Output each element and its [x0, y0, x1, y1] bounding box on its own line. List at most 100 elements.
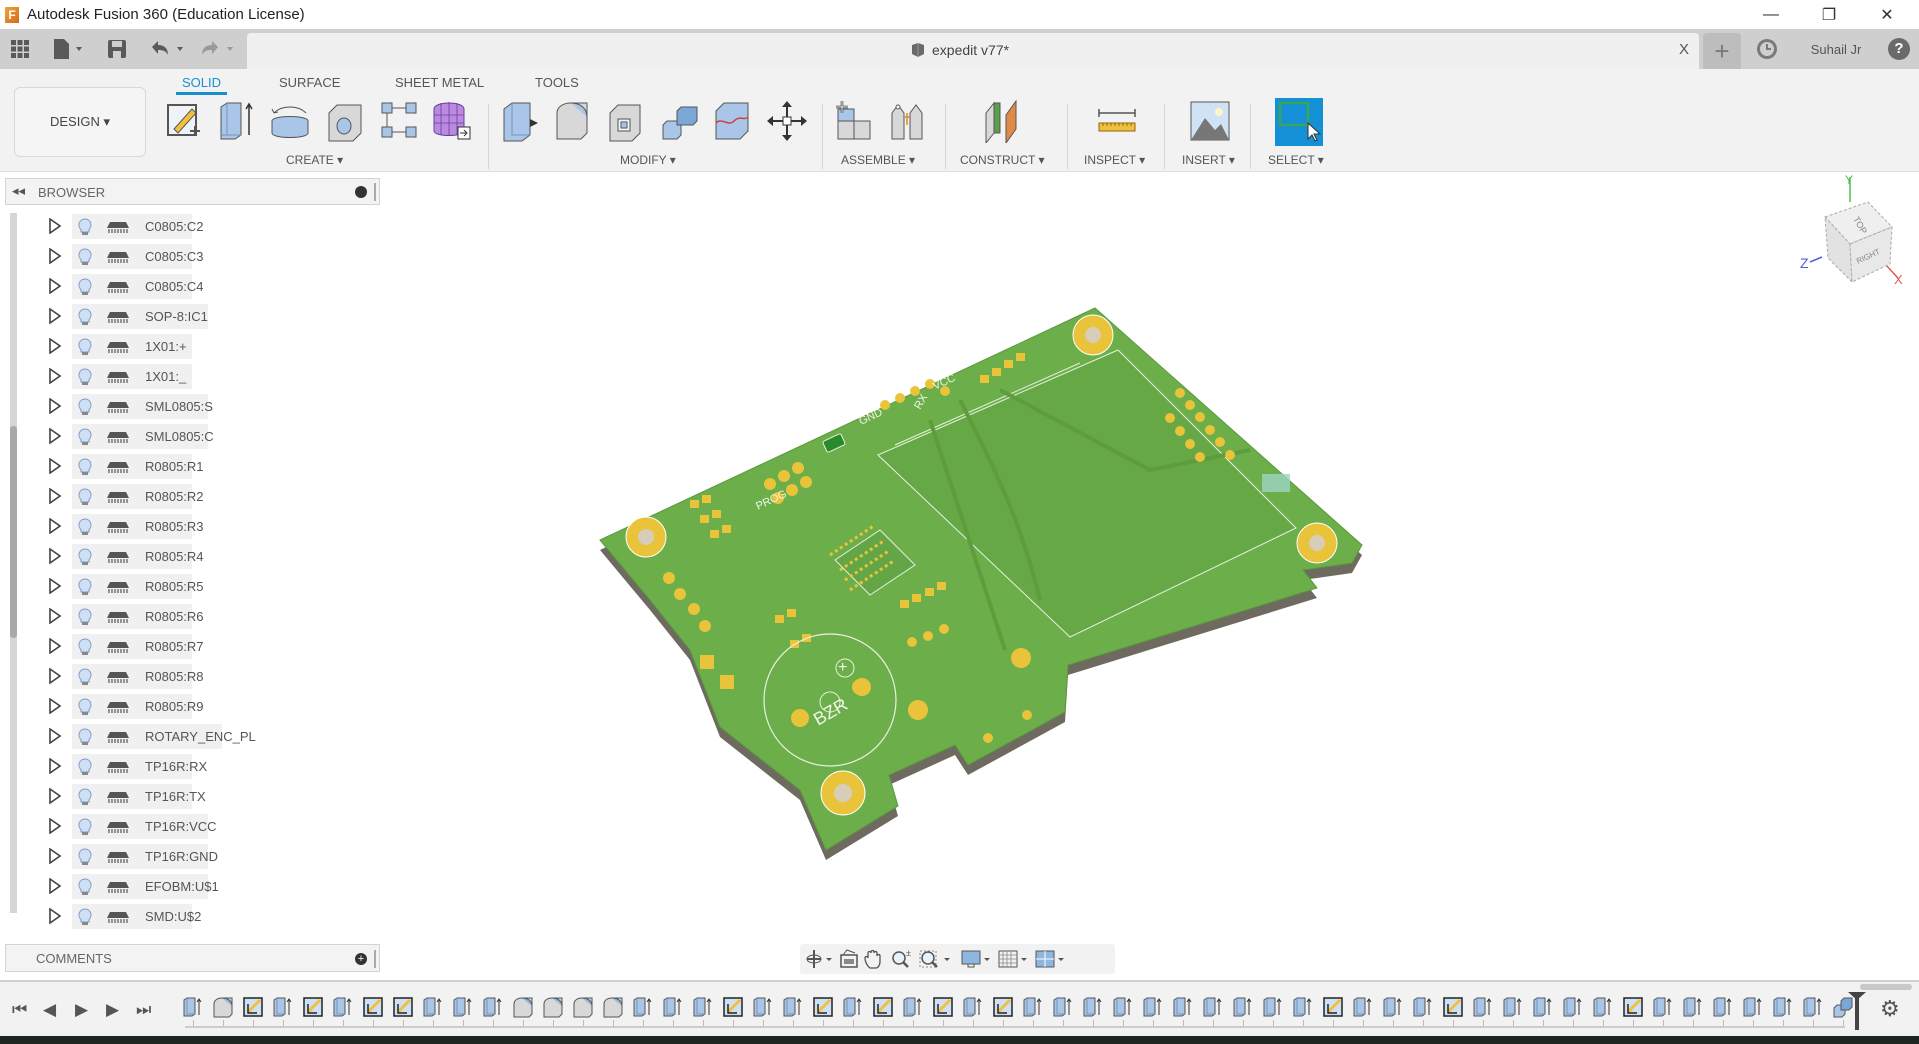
- go-to-end-button[interactable]: ⏭: [136, 1000, 151, 1020]
- visibility-bulb-icon[interactable]: [78, 638, 92, 656]
- timeline-feature-sketch-icon[interactable]: [362, 996, 384, 1018]
- timeline-feature-sketch-icon[interactable]: [302, 996, 324, 1018]
- browser-item[interactable]: R0805:R6: [0, 604, 380, 630]
- tab-tools[interactable]: TOOLS: [535, 75, 579, 90]
- expand-arrow-icon[interactable]: [48, 338, 62, 354]
- expand-arrow-icon[interactable]: [48, 548, 62, 564]
- tab-surface[interactable]: SURFACE: [279, 75, 340, 90]
- view-cube[interactable]: Y Z X TOP RIGHT: [1790, 172, 1910, 292]
- fit-icon[interactable]: [919, 950, 950, 968]
- close-tab-button[interactable]: X: [1679, 41, 1689, 58]
- go-to-start-button[interactable]: ⏮: [12, 1000, 27, 1020]
- timeline-feature-extrude-icon[interactable]: [1082, 996, 1104, 1018]
- grid-icon[interactable]: [998, 950, 1027, 968]
- visibility-bulb-icon[interactable]: [78, 218, 92, 236]
- expand-arrow-icon[interactable]: [48, 578, 62, 594]
- browser-item[interactable]: R0805:R4: [0, 544, 380, 570]
- timeline-feature-fillet-icon[interactable]: [212, 996, 234, 1018]
- joint-button[interactable]: [888, 99, 928, 143]
- timeline-feature-extrude-icon[interactable]: [1172, 996, 1194, 1018]
- create-form-button[interactable]: [430, 99, 471, 143]
- timeline-feature-sketch-icon[interactable]: [1622, 996, 1644, 1018]
- timeline-feature-extrude-icon[interactable]: [1232, 996, 1254, 1018]
- timeline-feature-extrude-icon[interactable]: [1532, 996, 1554, 1018]
- measure-button[interactable]: [1095, 99, 1136, 143]
- browser-item[interactable]: TP16R:RX: [0, 754, 380, 780]
- new-tab-button[interactable]: +: [1703, 33, 1741, 69]
- visibility-bulb-icon[interactable]: [78, 548, 92, 566]
- expand-arrow-icon[interactable]: [48, 428, 62, 444]
- combine-button[interactable]: [659, 99, 699, 143]
- expand-arrow-icon[interactable]: [48, 398, 62, 414]
- panel-resize-handle[interactable]: [374, 950, 376, 968]
- expand-arrow-icon[interactable]: [48, 518, 62, 534]
- expand-arrow-icon[interactable]: [48, 878, 62, 894]
- visibility-bulb-icon[interactable]: [78, 728, 92, 746]
- browser-item[interactable]: TP16R:GND: [0, 844, 380, 870]
- help-button[interactable]: ?: [1885, 29, 1913, 69]
- expand-arrow-icon[interactable]: [48, 458, 62, 474]
- new-component-button[interactable]: [834, 99, 874, 143]
- timeline-feature-extrude-icon[interactable]: [1652, 996, 1674, 1018]
- tab-sheet-metal[interactable]: SHEET METAL: [395, 75, 484, 90]
- timeline-feature-combine-icon[interactable]: [1832, 996, 1854, 1018]
- timeline-feature-sketch-icon[interactable]: [242, 996, 264, 1018]
- timeline-feature-sketch-icon[interactable]: [932, 996, 954, 1018]
- timeline-settings-icon[interactable]: ⚙: [1880, 996, 1900, 1022]
- timeline-feature-extrude-icon[interactable]: [1772, 996, 1794, 1018]
- play-button[interactable]: ▶: [75, 1000, 88, 1020]
- browser-item[interactable]: C0805:C3: [0, 244, 380, 270]
- create-sketch-button[interactable]: [164, 99, 204, 143]
- redo-icon[interactable]: [200, 37, 240, 61]
- timeline-feature-extrude-icon[interactable]: [182, 996, 204, 1018]
- timeline-feature-extrude-icon[interactable]: [1502, 996, 1524, 1018]
- timeline-feature-extrude-icon[interactable]: [1262, 996, 1284, 1018]
- timeline-feature-extrude-icon[interactable]: [662, 996, 684, 1018]
- timeline-feature-extrude-icon[interactable]: [1112, 996, 1134, 1018]
- visibility-bulb-icon[interactable]: [78, 428, 92, 446]
- visibility-bulb-icon[interactable]: [78, 248, 92, 266]
- press-pull-button[interactable]: [500, 99, 540, 143]
- visibility-bulb-icon[interactable]: [78, 698, 92, 716]
- timeline-feature-fillet-icon[interactable]: [602, 996, 624, 1018]
- fillet-button[interactable]: [553, 99, 593, 143]
- timeline-feature-extrude-icon[interactable]: [1202, 996, 1224, 1018]
- timeline-feature-sketch-icon[interactable]: [1322, 996, 1344, 1018]
- zoom-icon[interactable]: ±: [892, 948, 911, 968]
- step-forward-button[interactable]: ▶: [106, 1000, 119, 1020]
- undo-icon[interactable]: [148, 37, 188, 61]
- document-tab[interactable]: expedit v77* X: [247, 33, 1699, 69]
- file-menu-button[interactable]: [52, 37, 84, 61]
- timeline-feature-extrude-icon[interactable]: [1292, 996, 1314, 1018]
- split-face-button[interactable]: [712, 99, 752, 143]
- timeline-scrollbar[interactable]: [1860, 984, 1912, 990]
- browser-item[interactable]: SOP-8:IC1: [0, 304, 380, 330]
- expand-arrow-icon[interactable]: [48, 638, 62, 654]
- expand-arrow-icon[interactable]: [48, 728, 62, 744]
- look-at-icon[interactable]: [840, 949, 858, 968]
- visibility-bulb-icon[interactable]: [78, 578, 92, 596]
- timeline-feature-fillet-icon[interactable]: [542, 996, 564, 1018]
- modify-group-label[interactable]: MODIFY ▾: [620, 153, 676, 167]
- visibility-bulb-icon[interactable]: [78, 398, 92, 416]
- timeline-feature-extrude-icon[interactable]: [1562, 996, 1584, 1018]
- browser-item[interactable]: ROTARY_ENC_PL: [0, 724, 380, 750]
- user-account-button[interactable]: Suhail Jr: [1796, 29, 1876, 69]
- pan-icon[interactable]: [864, 949, 881, 969]
- add-comment-icon[interactable]: +: [355, 953, 367, 965]
- timeline-feature-extrude-icon[interactable]: [1592, 996, 1614, 1018]
- move-copy-button[interactable]: [767, 99, 807, 143]
- expand-arrow-icon[interactable]: [48, 818, 62, 834]
- visibility-bulb-icon[interactable]: [78, 758, 92, 776]
- timeline-feature-extrude-icon[interactable]: [752, 996, 774, 1018]
- save-icon[interactable]: [107, 37, 127, 61]
- assemble-group-label[interactable]: ASSEMBLE ▾: [841, 153, 915, 167]
- timeline-feature-extrude-icon[interactable]: [1022, 996, 1044, 1018]
- timeline-feature-extrude-icon[interactable]: [452, 996, 474, 1018]
- timeline-feature-extrude-icon[interactable]: [482, 996, 504, 1018]
- browser-item[interactable]: C0805:C4: [0, 274, 380, 300]
- visibility-bulb-icon[interactable]: [78, 818, 92, 836]
- data-panel-icon[interactable]: [10, 37, 30, 61]
- expand-arrow-icon[interactable]: [48, 668, 62, 684]
- expand-arrow-icon[interactable]: [48, 608, 62, 624]
